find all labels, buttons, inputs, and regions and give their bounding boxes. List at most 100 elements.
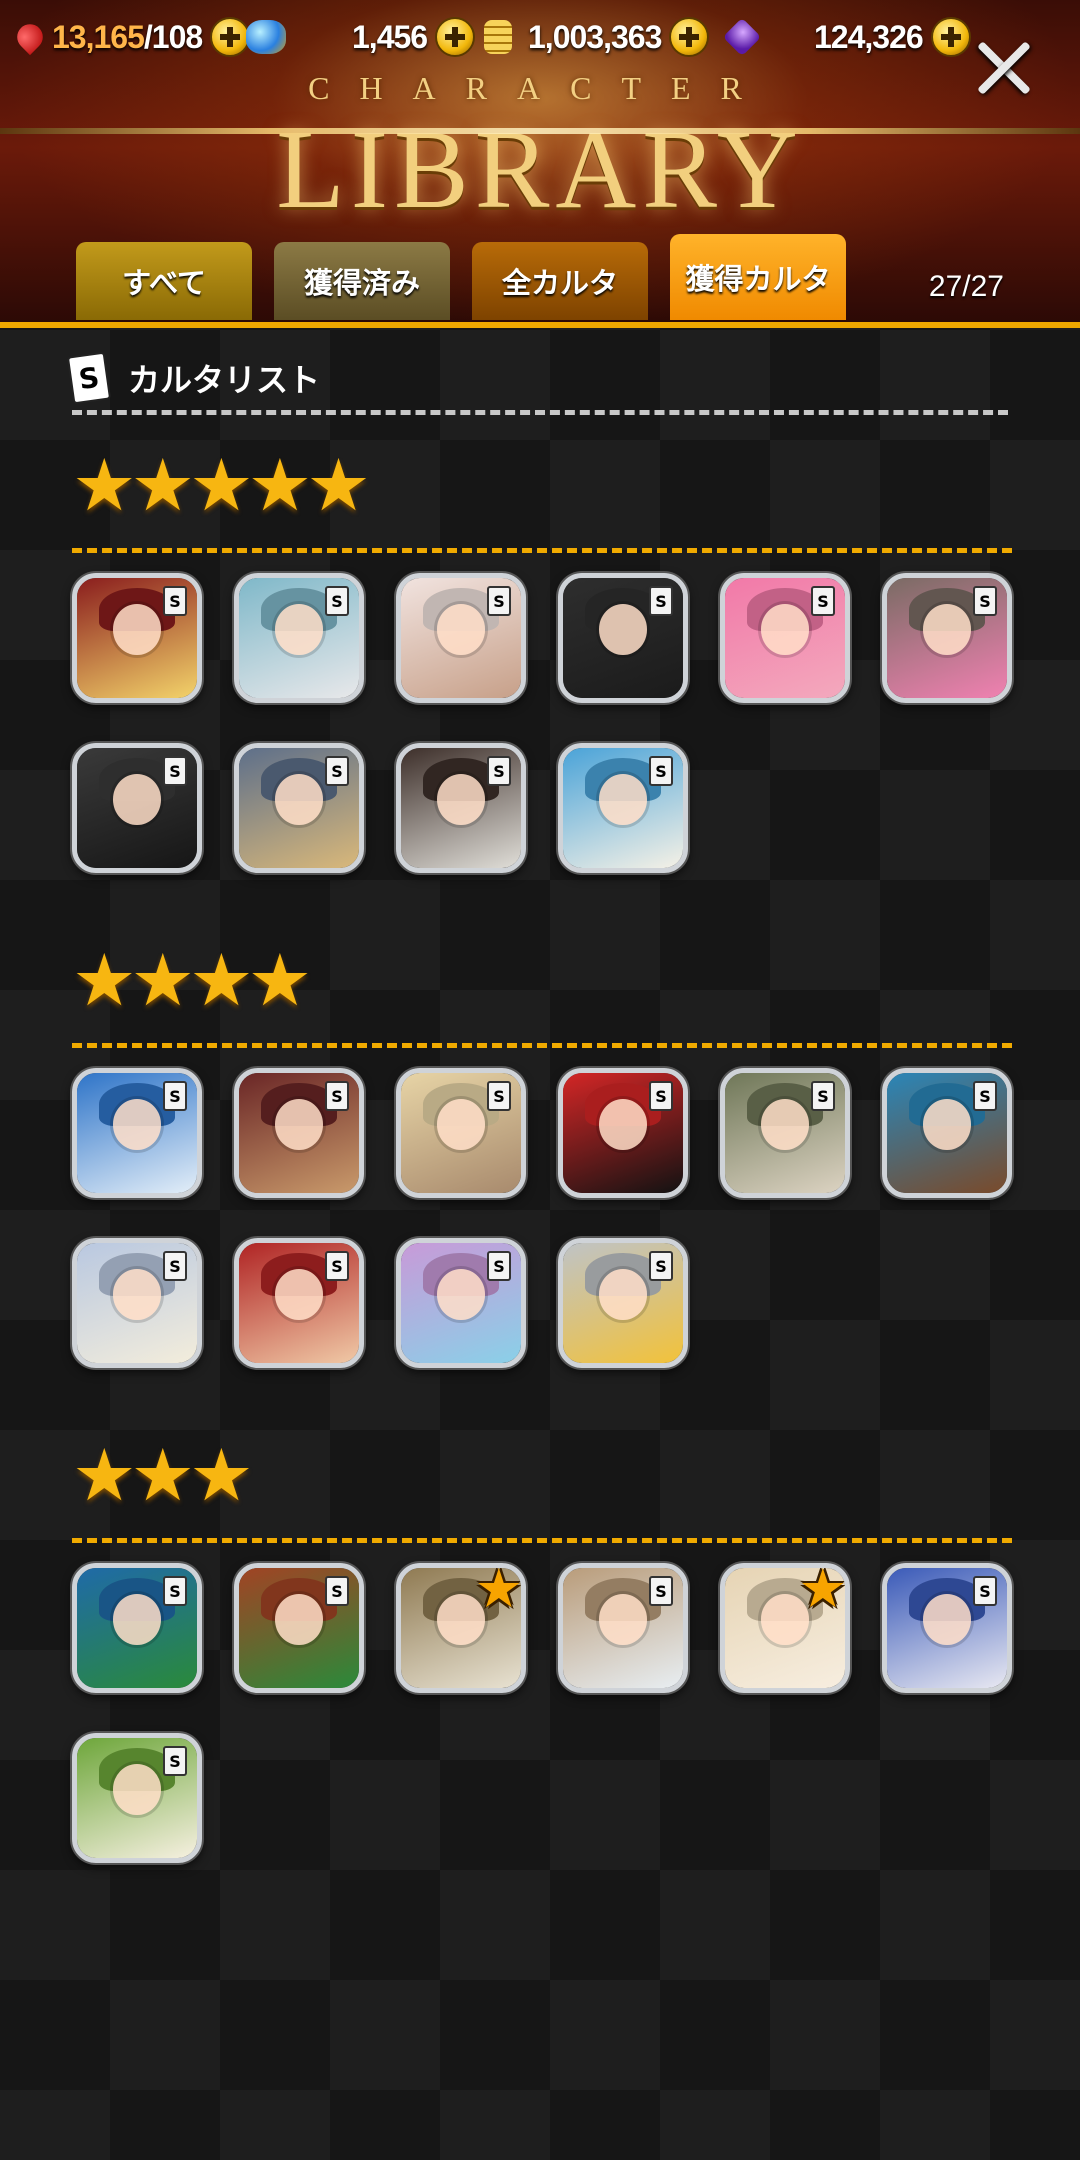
character-card[interactable]: S	[558, 573, 688, 703]
karuta-badge-icon: S	[163, 1746, 187, 1776]
library-subtitle: CHARACTER	[308, 70, 772, 106]
orb-value: 1,456	[352, 18, 428, 55]
portrait-face	[437, 604, 485, 655]
character-card[interactable]: S	[558, 1563, 688, 1693]
tab-owned-karuta[interactable]: 獲得カルタ	[670, 234, 846, 320]
portrait-face	[113, 774, 161, 825]
karuta-badge-icon: S	[163, 756, 187, 786]
add-orb-button[interactable]	[435, 17, 476, 57]
rarity-group-3: ★★★ S S ★ S ★ S S	[72, 1433, 1012, 1863]
portrait-face	[923, 604, 971, 655]
portrait-face	[923, 1099, 971, 1150]
character-card[interactable]: S	[882, 1563, 1012, 1693]
character-card[interactable]: S	[720, 573, 850, 703]
header-divider	[0, 322, 1080, 328]
character-card[interactable]: S	[234, 1068, 364, 1198]
heart-icon	[11, 18, 49, 56]
character-card[interactable]: S	[396, 1238, 526, 1368]
character-card[interactable]: S	[72, 1238, 202, 1368]
character-card[interactable]: ★	[720, 1563, 850, 1693]
portrait-face	[761, 1099, 809, 1150]
portrait-face	[275, 604, 323, 655]
portrait-face	[599, 1594, 647, 1645]
stamina-max: /108	[143, 18, 203, 55]
library-title: LIBRARY	[276, 108, 804, 232]
character-card[interactable]: S	[396, 743, 526, 873]
karuta-badge-icon: S	[811, 1081, 835, 1111]
character-card[interactable]: S	[396, 1068, 526, 1198]
karuta-badge-icon: S	[325, 1081, 349, 1111]
portrait-face	[437, 774, 485, 825]
group-divider	[72, 548, 1012, 553]
character-card[interactable]: S	[234, 1238, 364, 1368]
karuta-badge-icon: S	[973, 586, 997, 616]
character-card[interactable]: S	[234, 743, 364, 873]
character-card[interactable]: S	[558, 1238, 688, 1368]
character-card[interactable]: S	[558, 1068, 688, 1198]
portrait-face	[275, 774, 323, 825]
character-card[interactable]: S	[72, 1068, 202, 1198]
karuta-list-header: S カルタリスト	[66, 351, 321, 405]
rarity-stars: ★★★★	[72, 938, 312, 1022]
tab-all-karuta[interactable]: 全カルタ	[472, 242, 648, 320]
portrait-face	[113, 1594, 161, 1645]
coin-counter: 1,003,363	[484, 14, 710, 60]
karuta-badge-icon: S	[487, 1081, 511, 1111]
karuta-badge-icon: S	[325, 1576, 349, 1606]
star-badge-icon: ★	[474, 1563, 523, 1620]
portrait-face	[599, 774, 647, 825]
karuta-badge-icon: S	[811, 586, 835, 616]
portrait-face	[275, 1594, 323, 1645]
portrait-face	[437, 1269, 485, 1320]
portrait-face	[113, 1269, 161, 1320]
karuta-badge-icon: S	[649, 1251, 673, 1281]
karuta-list-label: カルタリスト	[128, 361, 321, 399]
karuta-badge-icon: S	[325, 1251, 349, 1281]
add-gem-button[interactable]	[930, 17, 971, 57]
stamina-current: 13,165	[52, 18, 145, 55]
portrait-face	[437, 1099, 485, 1150]
orb-icon	[246, 20, 286, 54]
character-card[interactable]: S	[558, 743, 688, 873]
header-banner: 13,165/108 1,456 1,003,363 124,326 CHARA…	[0, 0, 1080, 328]
stamina-counter: 13,165/108	[11, 14, 251, 60]
add-stamina-button[interactable]	[210, 17, 251, 57]
character-card[interactable]: S	[72, 743, 202, 873]
rarity-stars: ★★★★★	[72, 443, 371, 527]
character-card[interactable]: S	[72, 1563, 202, 1693]
karuta-badge-icon: S	[973, 1576, 997, 1606]
card-grid: S S S S S S S S S S	[72, 1068, 1012, 1368]
portrait-face	[923, 1594, 971, 1645]
karuta-badge-icon: S	[487, 586, 511, 616]
add-coin-button[interactable]	[669, 17, 710, 57]
group-divider	[72, 1043, 1012, 1048]
character-card[interactable]: S	[72, 1733, 202, 1863]
character-card[interactable]: S	[234, 573, 364, 703]
collection-count: 27/27	[928, 270, 1004, 303]
karuta-badge-icon: S	[163, 1576, 187, 1606]
group-divider	[72, 1538, 1012, 1543]
karuta-badge-icon: S	[649, 756, 673, 786]
character-card[interactable]: S	[72, 573, 202, 703]
card-grid: S S ★ S ★ S S	[72, 1563, 1012, 1863]
karuta-badge-icon: S	[163, 1251, 187, 1281]
karuta-badge-icon: S	[325, 586, 349, 616]
tab-all[interactable]: すべて	[76, 242, 252, 320]
karuta-badge-icon: S	[649, 1081, 673, 1111]
character-card[interactable]: S	[720, 1068, 850, 1198]
list-divider	[72, 410, 1008, 415]
character-card[interactable]: S	[234, 1563, 364, 1693]
character-card[interactable]: S	[882, 1068, 1012, 1198]
character-card[interactable]: S	[882, 573, 1012, 703]
filter-tabs: すべて 獲得済み 全カルタ 獲得カルタ	[76, 234, 846, 320]
coin-value: 1,003,363	[528, 18, 662, 55]
card-grid: S S S S S S S S S S	[72, 573, 1012, 873]
character-card[interactable]: ★	[396, 1563, 526, 1693]
tab-owned[interactable]: 獲得済み	[274, 242, 450, 320]
portrait-face	[599, 1269, 647, 1320]
karuta-badge-icon: S	[649, 586, 673, 616]
coin-stack-icon	[484, 20, 512, 54]
karuta-badge-icon: S	[163, 586, 187, 616]
karuta-badge-icon: S	[487, 756, 511, 786]
character-card[interactable]: S	[396, 573, 526, 703]
